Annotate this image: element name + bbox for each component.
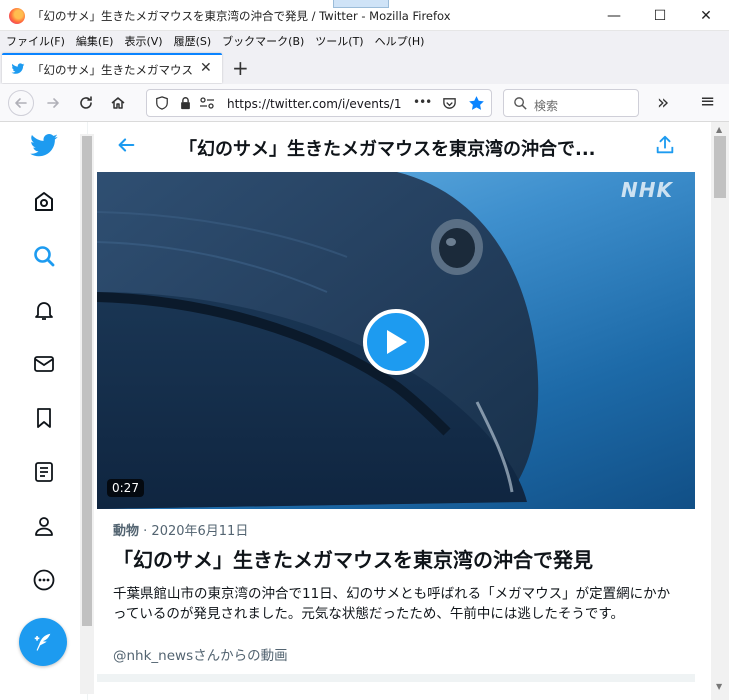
- profile-icon: [35, 517, 53, 536]
- article-date: 2020年6月11日: [151, 524, 249, 539]
- browser-back-button[interactable]: [8, 90, 34, 116]
- sidebar-lists[interactable]: [28, 456, 60, 488]
- video-player[interactable]: NHK 0:27: [97, 172, 695, 509]
- shield-icon[interactable]: [155, 96, 169, 110]
- maximize-button[interactable]: ☐: [637, 0, 683, 31]
- home-icon: [111, 97, 125, 109]
- url-bar[interactable]: https://twitter.com/i/events/1 •••: [146, 89, 492, 117]
- tab-active[interactable]: 「幻のサメ」生きたメガマウスを東京 ✕: [2, 53, 222, 83]
- article-meta: 動物 · 2020年6月11日: [113, 520, 248, 539]
- compose-icon: [34, 633, 51, 651]
- search-placeholder: 検索: [534, 99, 559, 113]
- reload-button[interactable]: [73, 90, 99, 116]
- list-icon: [35, 462, 53, 482]
- search-icon: [34, 246, 55, 267]
- close-window-button[interactable]: ✕: [683, 0, 729, 31]
- article-category[interactable]: 動物: [113, 524, 139, 539]
- sidebar-notifications[interactable]: [28, 294, 60, 326]
- twitter-sidebar: [0, 122, 88, 700]
- tab-close-button[interactable]: ✕: [200, 60, 212, 76]
- play-icon: [387, 330, 407, 354]
- firefox-logo-icon: [9, 8, 25, 24]
- web-page: 「幻のサメ」生きたメガマウスを東京湾の沖合で... NHK 0:27 動物 · …: [0, 122, 729, 700]
- search-box[interactable]: 検索: [503, 89, 639, 117]
- twitter-logo-button[interactable]: [28, 130, 60, 162]
- menu-edit[interactable]: 編集(E): [76, 33, 114, 49]
- twitter-favicon-icon: [11, 63, 25, 74]
- overflow-button[interactable]: »: [657, 90, 669, 114]
- pocket-icon[interactable]: [442, 96, 457, 111]
- tab-title: 「幻のサメ」生きたメガマウスを東京: [32, 63, 194, 77]
- compose-tweet-button[interactable]: [19, 618, 67, 666]
- app-menu-button[interactable]: ≡: [700, 91, 715, 112]
- window-titlebar: 「幻のサメ」生きたメガマウスを東京湾の沖合で発見 / Twitter - Moz…: [0, 0, 729, 31]
- scroll-down-arrow-icon[interactable]: ▼: [716, 682, 722, 691]
- page-scrollbar[interactable]: ▲ ▼: [711, 122, 729, 700]
- explore-icon: [35, 192, 53, 211]
- sidebar-search[interactable]: [28, 240, 60, 272]
- reload-icon: [80, 96, 92, 109]
- menu-bookmarks[interactable]: ブックマーク(B): [222, 33, 304, 49]
- article-description: 千葉県館山市の東京湾の沖合で11日、幻のサメとも呼ばれる「メガマウス」が定置網に…: [113, 586, 671, 622]
- arrow-left-icon: [15, 98, 27, 108]
- scroll-up-arrow-icon[interactable]: ▲: [716, 125, 722, 134]
- sidebar-home[interactable]: [28, 186, 60, 218]
- search-icon: [514, 97, 527, 110]
- twitter-logo-icon: [30, 134, 58, 157]
- sidebar-scrollbar-thumb[interactable]: [82, 136, 92, 626]
- titlebar-accent: [333, 0, 389, 8]
- back-arrow-icon: [118, 138, 135, 152]
- bell-icon: [35, 302, 53, 320]
- sidebar-messages[interactable]: [28, 348, 60, 380]
- sidebar-bookmarks[interactable]: [28, 402, 60, 434]
- browser-forward-button[interactable]: [40, 90, 66, 116]
- menu-file[interactable]: ファイル(F): [6, 33, 65, 49]
- home-button[interactable]: [105, 90, 131, 116]
- sidebar-scrollbar[interactable]: [80, 134, 94, 694]
- menu-help[interactable]: ヘルプ(H): [375, 33, 425, 49]
- share-icon: [656, 135, 674, 154]
- article-headline: 「幻のサメ」生きたメガマウスを東京湾の沖合で発見: [113, 548, 593, 572]
- tab-bar: 「幻のサメ」生きたメガマウスを東京 ✕ +: [0, 51, 729, 84]
- video-duration: 0:27: [107, 479, 144, 497]
- arrow-right-icon: [47, 98, 59, 108]
- bookmark-star-icon[interactable]: [468, 95, 485, 112]
- menu-bar: ファイル(F) 編集(E) 表示(V) 履歴(S) ブックマーク(B) ツール(…: [0, 31, 729, 51]
- event-header: 「幻のサメ」生きたメガマウスを東京湾の沖合で...: [97, 122, 695, 172]
- sidebar-more[interactable]: [28, 564, 60, 596]
- permissions-icon[interactable]: [199, 96, 215, 110]
- section-divider: [97, 674, 695, 682]
- nhk-watermark: NHK: [621, 178, 673, 202]
- window-title: 「幻のサメ」生きたメガマウスを東京湾の沖合で発見 / Twitter - Moz…: [32, 9, 451, 23]
- mail-icon: [34, 356, 54, 372]
- more-icon: [33, 569, 55, 591]
- bookmark-icon: [37, 408, 51, 428]
- minimize-button[interactable]: —: [591, 0, 637, 31]
- menu-history[interactable]: 履歴(S): [174, 33, 212, 49]
- page-actions-button[interactable]: •••: [413, 95, 432, 109]
- navigation-toolbar: https://twitter.com/i/events/1 ••• 検索 » …: [0, 84, 729, 122]
- page-scrollbar-thumb[interactable]: [714, 136, 726, 198]
- sidebar-profile[interactable]: [28, 510, 60, 542]
- header-title: 「幻のサメ」生きたメガマウスを東京湾の沖合で...: [179, 139, 596, 160]
- video-source[interactable]: @nhk_newsさんからの動画: [113, 644, 288, 664]
- share-button[interactable]: [654, 134, 676, 160]
- menu-view[interactable]: 表示(V): [124, 33, 162, 49]
- back-button[interactable]: [115, 134, 137, 160]
- lock-icon[interactable]: [179, 96, 192, 110]
- menu-tools[interactable]: ツール(T): [315, 33, 363, 49]
- event-content: 「幻のサメ」生きたメガマウスを東京湾の沖合で... NHK 0:27 動物 · …: [97, 122, 695, 700]
- play-button[interactable]: [363, 309, 429, 375]
- url-text[interactable]: https://twitter.com/i/events/1: [227, 97, 407, 111]
- meta-separator: ·: [139, 524, 152, 539]
- new-tab-button[interactable]: +: [232, 56, 249, 80]
